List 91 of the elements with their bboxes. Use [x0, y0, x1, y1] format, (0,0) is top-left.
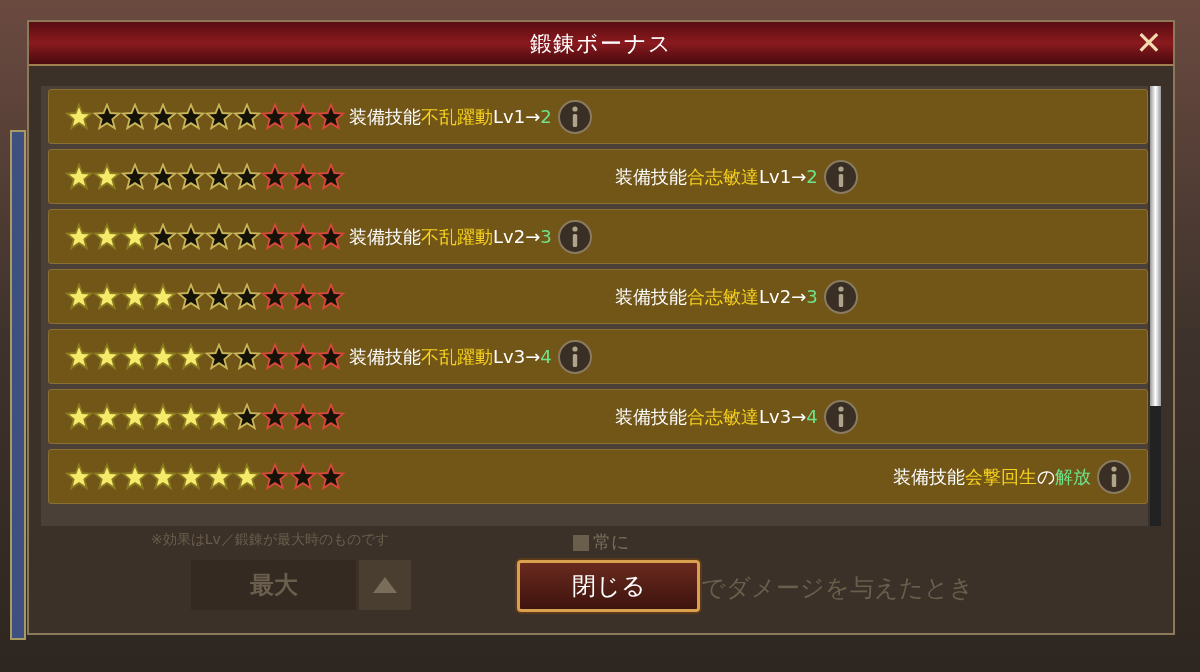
star-icon [233, 402, 261, 431]
checkbox-icon [573, 535, 589, 551]
star-icon [289, 342, 317, 371]
info-icon[interactable] [557, 219, 592, 254]
star-icon [65, 462, 93, 491]
info-icon[interactable] [823, 159, 858, 194]
star-icon [205, 342, 233, 371]
bonus-text: 装備技能合志敏達Lv3→4 [615, 405, 818, 429]
star-icon [289, 102, 317, 131]
star-icon [65, 222, 93, 251]
star-icon [261, 102, 289, 131]
star-icon [233, 162, 261, 191]
bonus-text: 装備技能会撃回生の解放 [893, 465, 1091, 489]
scrollbar-thumb[interactable] [1150, 86, 1161, 406]
star-icon [121, 462, 149, 491]
star-icon [177, 282, 205, 311]
star-icon [65, 102, 93, 131]
star-icon [121, 162, 149, 191]
info-icon[interactable] [823, 279, 858, 314]
star-icon [149, 222, 177, 251]
star-icon [177, 342, 205, 371]
star-icon [317, 162, 345, 191]
star-icon [177, 162, 205, 191]
star-icon [205, 222, 233, 251]
star-icon [233, 462, 261, 491]
star-icon [289, 462, 317, 491]
star-icon [177, 462, 205, 491]
star-icon [317, 102, 345, 131]
star-icon [261, 402, 289, 431]
close-button[interactable]: ✕ [1131, 24, 1167, 62]
star-icon [317, 342, 345, 371]
star-icon [317, 402, 345, 431]
star-icon [65, 402, 93, 431]
star-icon [149, 402, 177, 431]
condition-text: 常に [593, 530, 629, 554]
star-icon [93, 102, 121, 131]
star-icon [233, 342, 261, 371]
star-icon [289, 282, 317, 311]
star-icon [205, 462, 233, 491]
star-icon [233, 222, 261, 251]
bonus-text: 装備技能合志敏達Lv1→2 [615, 165, 818, 189]
star-icon [289, 222, 317, 251]
star-icon [93, 222, 121, 251]
star-icon [121, 222, 149, 251]
info-icon[interactable] [1097, 459, 1131, 494]
star-icon [149, 342, 177, 371]
star-icon [205, 402, 233, 431]
star-icon [93, 342, 121, 371]
star-icon [289, 162, 317, 191]
star-icon [177, 222, 205, 251]
star-icon [261, 222, 289, 251]
star-icon [205, 162, 233, 191]
star-icon [65, 282, 93, 311]
star-icon [177, 102, 205, 131]
star-icon [65, 162, 93, 191]
star-icon [149, 102, 177, 131]
star-icon [317, 462, 345, 491]
star-icon [149, 162, 177, 191]
star-icon [93, 462, 121, 491]
star-icon [65, 342, 93, 371]
close-button[interactable]: 閉じる [517, 560, 700, 612]
star-icon [121, 402, 149, 431]
star-icon [233, 282, 261, 311]
bonus-text: 装備技能不乱躍動Lv1→2 [348, 105, 552, 129]
info-icon[interactable] [557, 99, 592, 134]
star-icon [149, 462, 177, 491]
info-icon[interactable] [823, 399, 858, 434]
star-icon [233, 102, 261, 131]
star-icon [261, 162, 289, 191]
star-icon [93, 402, 121, 431]
star-icon [261, 342, 289, 371]
star-icon [261, 462, 289, 491]
star-icon [93, 282, 121, 311]
star-icon [149, 282, 177, 311]
star-icon [121, 282, 149, 311]
star-icon [205, 282, 233, 311]
star-icon [177, 402, 205, 431]
star-icon [205, 102, 233, 131]
scrollbar[interactable] [1150, 86, 1161, 529]
info-icon[interactable] [557, 339, 592, 374]
bonus-text: 装備技能合志敏達Lv2→3 [615, 285, 818, 309]
bonus-text: 装備技能不乱躍動Lv2→3 [348, 225, 552, 249]
dialog-title: 鍛錬ボーナス [530, 29, 672, 58]
star-icon [121, 102, 149, 131]
bonus-text: 装備技能不乱躍動Lv3→4 [348, 345, 552, 369]
star-icon [121, 342, 149, 371]
star-icon [289, 402, 317, 431]
star-icon [317, 282, 345, 311]
star-icon [93, 162, 121, 191]
star-icon [261, 282, 289, 311]
star-icon [317, 222, 345, 251]
